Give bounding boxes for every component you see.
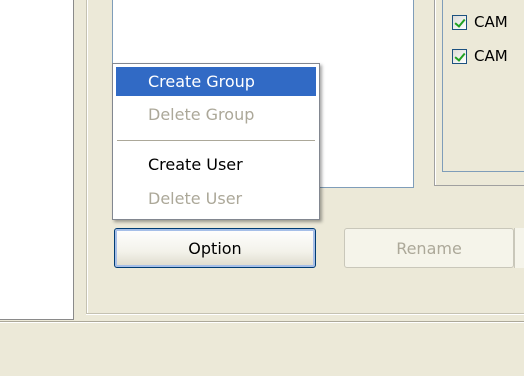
menu-item-create-user[interactable]: Create User: [116, 150, 316, 179]
bottom-separator: [0, 321, 524, 323]
menu-item-delete-group[interactable]: Delete Group: [116, 100, 316, 129]
menu-item-delete-user[interactable]: Delete User: [116, 184, 316, 213]
camera-label: CAM: [474, 13, 508, 31]
left-tree-panel[interactable]: [0, 0, 74, 320]
camera-checkbox[interactable]: [452, 48, 467, 64]
offscreen-button-edge: [514, 228, 524, 268]
rename-button[interactable]: Rename: [344, 228, 514, 268]
camera-list-item[interactable]: CAM: [452, 46, 508, 66]
camera-list-item[interactable]: CAM: [452, 12, 508, 32]
camera-checkbox[interactable]: [452, 14, 467, 30]
option-button[interactable]: Option: [114, 228, 316, 268]
menu-separator: [117, 140, 315, 142]
menu-item-create-group[interactable]: Create Group: [116, 67, 316, 96]
context-menu: Create Group Delete Group Create User De…: [112, 63, 320, 220]
camera-label: CAM: [474, 47, 508, 65]
